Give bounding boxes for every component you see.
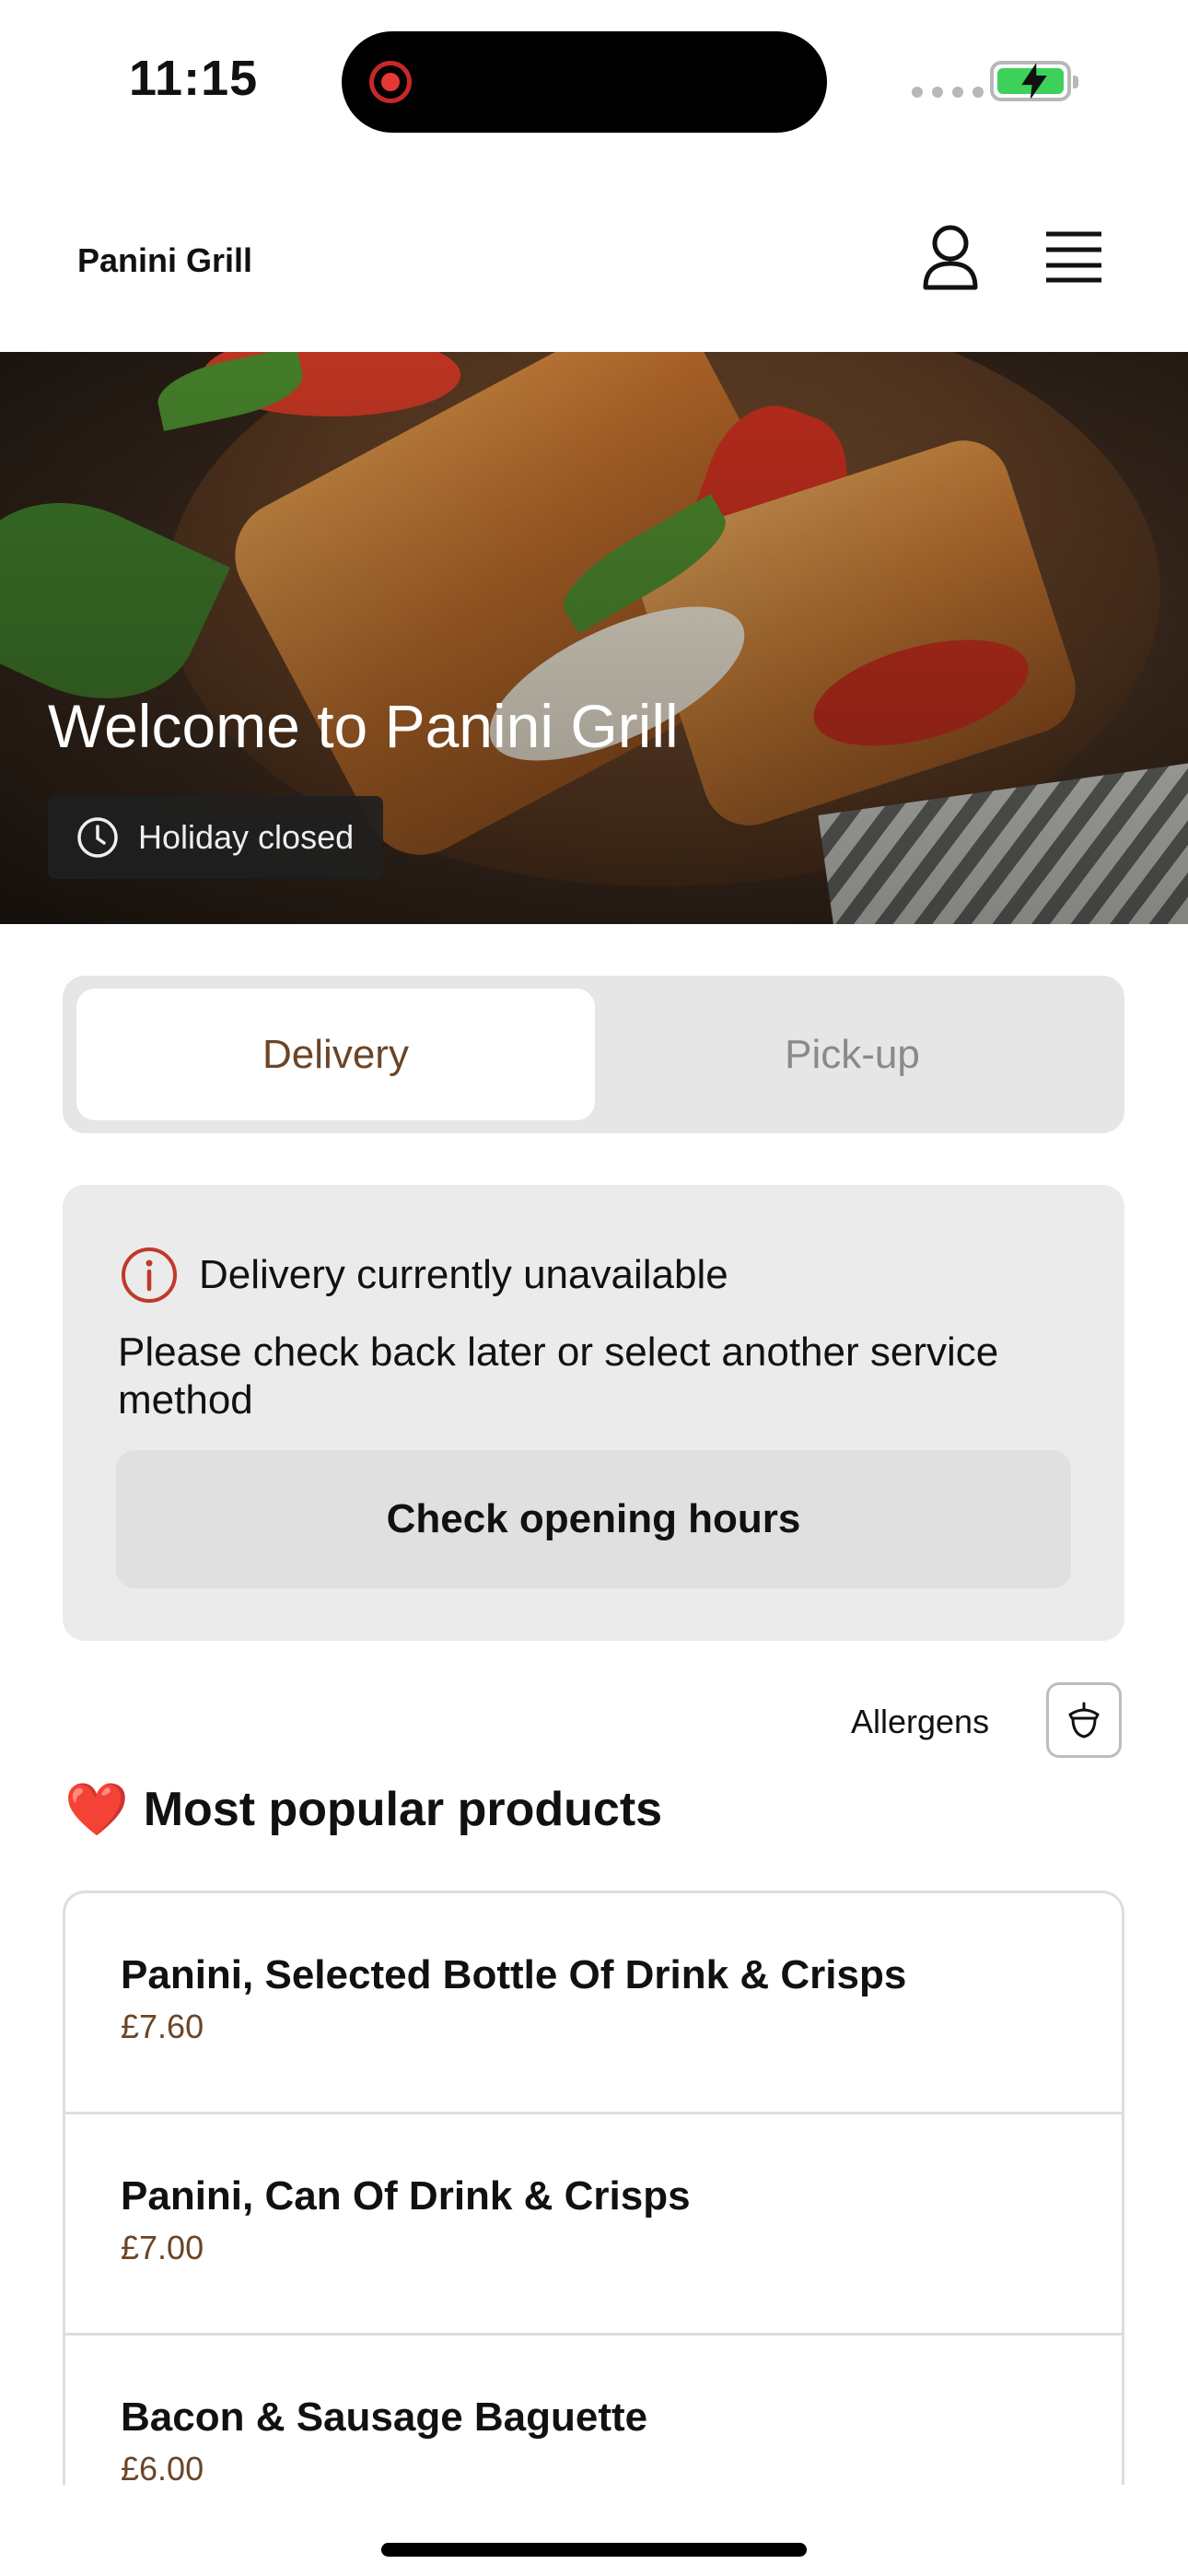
status-badge: Holiday closed [48,796,384,879]
hero-title: Welcome to Panini Grill [48,692,679,760]
product-card[interactable]: Panini, Can Of Drink & Crisps £7.00 [65,2114,1122,2336]
product-card[interactable]: Panini, Selected Bottle Of Drink & Crisp… [65,1893,1122,2114]
delivery-unavailable-notice: Delivery currently unavailable Please ch… [63,1185,1124,1641]
product-name: Panini, Can Of Drink & Crisps [121,2173,691,2219]
product-price: £7.60 [121,2008,204,2045]
product-card[interactable]: Bacon & Sausage Baguette £6.00 [65,2336,1122,2485]
service-toggle: Delivery Pick-up [63,976,1124,1133]
notice-body: Please check back later or select anothe… [118,1329,999,1423]
notice-header: Delivery currently unavailable [120,1246,728,1305]
hero-banner: Welcome to Panini Grill Holiday closed [0,352,1188,924]
status-bar: 11:15 [0,0,1188,166]
product-name: Panini, Selected Bottle Of Drink & Crisp… [121,1952,907,1997]
signal-icon [912,87,984,98]
info-icon [122,1247,177,1303]
popular-header: ❤️ Most popular products [64,1782,662,1837]
brand-name[interactable]: Panini Grill [77,241,252,280]
acorn-icon [1068,1702,1100,1739]
dynamic-island [342,31,827,133]
product-list: Panini, Selected Bottle Of Drink & Crisp… [63,1891,1124,2485]
popular-title: Most popular products [143,1783,663,1836]
product-name: Bacon & Sausage Baguette [121,2395,648,2440]
home-indicator[interactable] [381,2543,807,2557]
notice-title: Delivery currently unavailable [199,1252,728,1297]
app-header: Panini Grill [0,166,1188,352]
user-icon[interactable] [921,223,980,291]
allergens-button[interactable] [1046,1682,1122,1758]
check-opening-hours-button[interactable]: Check opening hours [116,1450,1071,1588]
menu-icon[interactable] [1044,230,1103,284]
recording-icon [369,61,412,103]
tab-delivery[interactable]: Delivery [76,989,595,1120]
product-price: £7.00 [121,2229,204,2266]
battery-icon [990,61,1078,101]
allergens-label: Allergens [851,1703,990,1740]
product-price: £6.00 [121,2450,204,2485]
heart-icon: ❤️ [64,1780,129,1838]
status-badge-label: Holiday closed [138,818,355,856]
tab-pickup[interactable]: Pick-up [593,989,1112,1120]
clock-icon [77,817,118,858]
status-time: 11:15 [129,51,259,106]
